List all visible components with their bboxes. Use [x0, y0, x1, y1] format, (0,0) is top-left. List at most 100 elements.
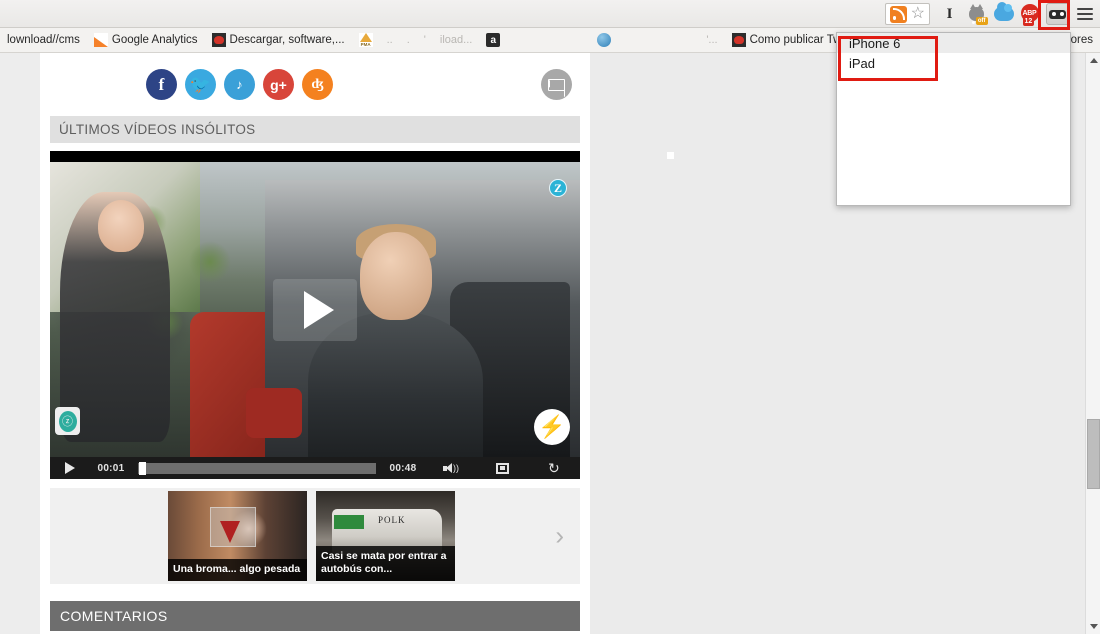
blue-orb-icon — [597, 33, 612, 47]
player-control-bar: 00:01 00:48 )) ↺ — [50, 457, 580, 479]
thumbnail-title: Una broma... algo pesada — [168, 559, 307, 581]
video-player[interactable]: Z ⚡ ⓩ 00:01 00:48)) ↺ — [50, 151, 580, 479]
scroll-up-arrow-icon[interactable] — [1086, 53, 1100, 68]
facebook-icon[interactable]: f — [146, 69, 177, 100]
lightning-bolt-icon[interactable]: ⚡ — [534, 409, 570, 445]
menu-icon[interactable] — [1071, 2, 1098, 26]
thumbnail-item[interactable]: Una broma... algo pesada — [168, 491, 307, 581]
user-agent-switcher-button[interactable] — [1045, 3, 1070, 25]
thumbnail-overlay-text: POLK — [378, 515, 406, 525]
browser-window: ☆ I off ABP 12 lownload//cms Google Anal… — [0, 0, 1100, 634]
bolt-glyph: ⚡ — [538, 414, 566, 439]
thumbnail-item[interactable]: POLK Casi se mata por entrar a autobús c… — [316, 491, 455, 581]
video-thumbnails-carousel: Una broma... algo pesada POLK Casi se ma… — [50, 488, 580, 584]
current-time-label: 00:01 — [97, 462, 125, 474]
ghostery-cat-icon: off — [967, 3, 988, 42]
bookmark-item[interactable]: . — [400, 30, 417, 51]
play-triangle-icon — [304, 290, 334, 329]
bookmark-item[interactable]: '... — [618, 30, 724, 51]
content-spacer — [40, 584, 590, 601]
ua-option-ipad[interactable]: iPad — [837, 53, 1070, 73]
replay-button[interactable]: ↺ — [528, 460, 580, 476]
adblock-plus-icon[interactable]: ABP 12 — [1017, 2, 1044, 26]
phpmyadmin-icon: PMA — [358, 33, 373, 47]
browser-toolbar: ☆ I off ABP 12 — [0, 0, 1100, 42]
bookmark-item[interactable]: .. — [380, 30, 400, 51]
page-scrollbar[interactable] — [1085, 53, 1100, 634]
bookmark-label: . — [406, 34, 410, 46]
bookmark-item[interactable]: Google Analytics — [87, 30, 205, 51]
download-icon — [731, 33, 746, 47]
twitter-icon[interactable]: 🐦 — [185, 69, 216, 100]
page-left-gutter — [0, 53, 40, 634]
bandit-mask-icon — [1049, 9, 1066, 19]
bookmark-item[interactable]: lownload//cms — [0, 30, 87, 51]
bookmark-label: Descargar, software,... — [229, 34, 345, 46]
bookmark-item[interactable]: Como publicar Tw — [725, 30, 849, 51]
chart-icon — [93, 33, 108, 47]
comments-section-header: COMENTARIOS — [50, 601, 580, 631]
email-share-icon[interactable] — [541, 69, 572, 100]
abp-badge-count: 12 — [1022, 17, 1035, 26]
bookmark-label: ' — [423, 34, 426, 46]
play-button[interactable] — [50, 462, 90, 474]
bookmark-label: iload... — [439, 34, 473, 46]
amazon-icon: a — [486, 33, 501, 47]
video-frame[interactable]: Z ⚡ ⓩ — [50, 162, 580, 457]
section-header-bar: ÚLTIMOS VÍDEOS INSÓLITOS — [50, 116, 580, 143]
volume-icon: )) — [443, 462, 459, 474]
section-title: ÚLTIMOS VÍDEOS INSÓLITOS — [59, 122, 256, 137]
google-plus-icon[interactable]: g+ — [263, 69, 294, 100]
bookmark-star-icon[interactable]: ☆ — [911, 6, 925, 22]
bookmark-item[interactable]: iload... — [433, 30, 479, 51]
bookmark-label: .. — [386, 34, 393, 46]
left-corner-badge-icon: ⓩ — [55, 407, 80, 435]
scrollbar-thumb[interactable] — [1087, 419, 1100, 489]
evernote-icon[interactable]: I — [936, 2, 963, 26]
orange-share-icon[interactable]: ʤ — [302, 69, 333, 100]
user-agent-switcher-panel: iPhone 6 iPad — [836, 32, 1071, 206]
envelope-icon — [548, 78, 565, 91]
zoomin-watermark-icon: Z — [549, 179, 567, 197]
page-render-artifact — [667, 152, 674, 159]
left-badge-glyph: ⓩ — [58, 410, 77, 432]
cloud-icon[interactable] — [990, 2, 1017, 26]
duration-label: 00:48 — [389, 462, 417, 474]
hamburger-icon — [1076, 8, 1093, 20]
bookmark-item[interactable] — [507, 30, 618, 51]
volume-button[interactable]: )) — [424, 462, 476, 474]
carousel-next-arrow-icon[interactable]: › — [555, 521, 564, 552]
phpmyadmin-label: PMA — [360, 42, 371, 47]
bookmark-item[interactable]: Descargar, software,... — [205, 30, 352, 51]
ghostery-icon[interactable]: off — [963, 2, 990, 42]
download-icon — [211, 33, 226, 47]
ghostery-off-badge: off — [975, 16, 988, 25]
social-share-row: f 🐦 ♪ g+ ʤ — [40, 53, 590, 116]
scrubber-handle[interactable] — [139, 461, 146, 475]
article-content-column: f 🐦 ♪ g+ ʤ ÚLTIMOS VÍDEOS INSÓLITOS Z ⚡ … — [40, 53, 590, 634]
social-icons-group: f 🐦 ♪ g+ ʤ — [146, 69, 333, 100]
bookmark-item[interactable]: ' — [417, 30, 433, 51]
rss-icon[interactable] — [889, 5, 907, 23]
progress-scrubber[interactable] — [138, 461, 376, 475]
comments-title: COMENTARIOS — [60, 608, 168, 624]
meneame-icon[interactable]: ♪ — [224, 69, 255, 100]
user-agent-switcher-icon[interactable] — [1044, 2, 1071, 26]
play-overlay-button[interactable] — [273, 278, 357, 341]
bookmark-label: Como publicar Tw — [749, 34, 842, 46]
bookmark-item[interactable]: a — [479, 30, 507, 51]
replay-icon: ↺ — [548, 460, 560, 476]
evernote-icon-label: I — [946, 5, 953, 22]
bookmark-label: lownload//cms — [7, 34, 80, 46]
ua-option-iphone-6[interactable]: iPhone 6 — [837, 33, 1070, 53]
bookmark-label: lores — [1068, 34, 1093, 46]
toolbar-extension-icons: ☆ I off ABP 12 — [884, 0, 1098, 42]
player-top-letterbox — [50, 151, 580, 162]
rss-bookmark-group: ☆ — [884, 3, 930, 25]
bookmark-label: '... — [706, 34, 718, 46]
thumbnail-title: Casi se mata por entrar a autobús con... — [316, 546, 455, 581]
scroll-down-arrow-icon[interactable] — [1086, 619, 1100, 634]
fullscreen-icon — [495, 462, 509, 474]
fullscreen-button[interactable] — [476, 462, 528, 474]
bookmark-item[interactable]: PMA — [352, 30, 380, 51]
